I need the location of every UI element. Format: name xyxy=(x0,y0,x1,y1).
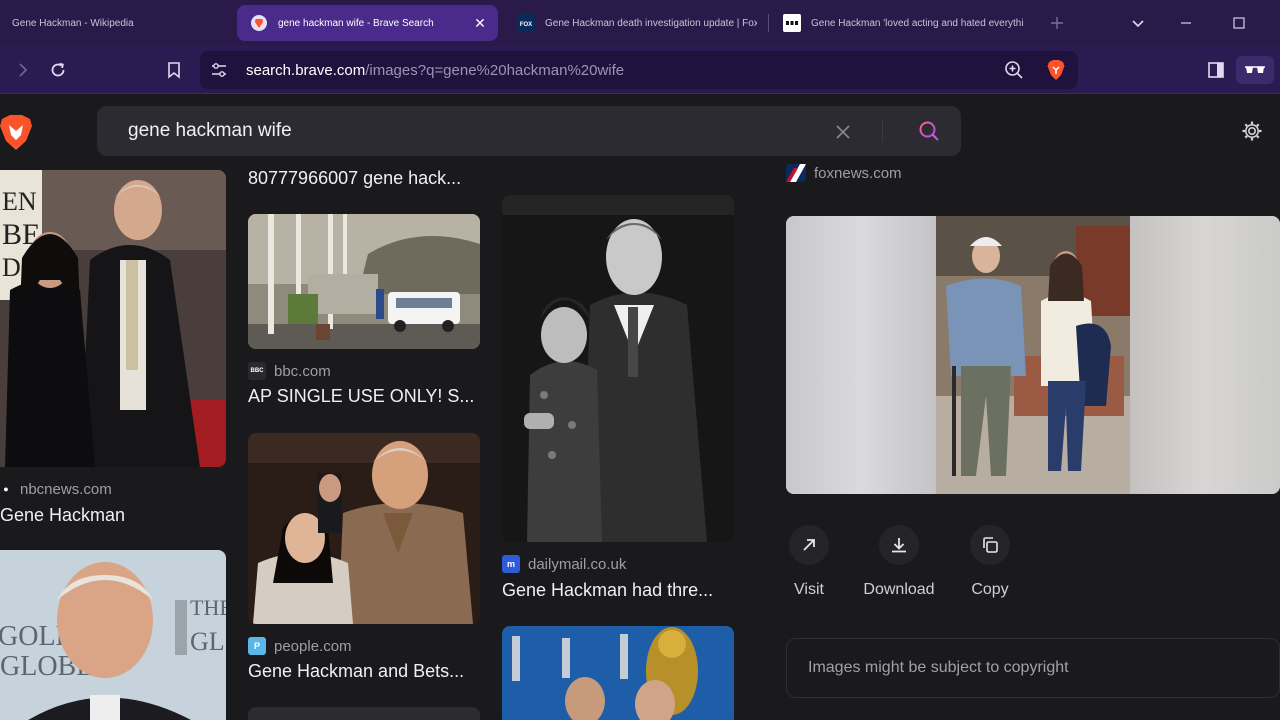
people-favicon-icon: P xyxy=(248,637,266,655)
reload-icon[interactable] xyxy=(44,56,72,84)
preview-source[interactable]: foxnews.com xyxy=(786,164,902,182)
copy-button[interactable]: Copy xyxy=(945,525,1035,599)
result-title[interactable]: Gene Hackman xyxy=(0,505,226,526)
brave-logo-icon[interactable] xyxy=(0,113,32,150)
result-source[interactable]: ● nbcnews.com xyxy=(0,480,112,498)
tab-gene-hackman-article[interactable]: Gene Hackman 'loved acting and hated eve… xyxy=(783,5,1023,41)
result-image-golden-globes[interactable]: GOLDE GLOBE THE GL xyxy=(0,550,226,720)
preview-image[interactable] xyxy=(786,216,1280,494)
source-domain: bbc.com xyxy=(274,362,331,380)
fox-news-favicon-icon: FOX xyxy=(517,14,535,32)
foxnews-favicon-icon xyxy=(786,164,806,182)
visit-button[interactable]: Visit xyxy=(764,525,854,599)
search-input[interactable]: gene hackman wife xyxy=(128,120,292,142)
result-image-partial[interactable] xyxy=(248,707,480,720)
brave-shields-icon[interactable] xyxy=(1046,59,1066,86)
result-source[interactable]: BBC bbc.com xyxy=(248,362,331,380)
zoom-icon[interactable] xyxy=(1004,60,1024,85)
forward-icon[interactable] xyxy=(9,56,37,84)
search-submit-icon[interactable] xyxy=(917,119,941,143)
tab-wikipedia[interactable]: Gene Hackman - Wikipedia xyxy=(0,5,232,41)
tab-strip: Gene Hackman - Wikipedia gene hackman wi… xyxy=(0,0,1280,46)
url-text: search.brave.com/images?q=gene%20hackman… xyxy=(246,62,624,79)
bookmark-icon[interactable] xyxy=(160,56,188,84)
svg-text:THE: THE xyxy=(190,595,226,620)
search-results-page: gene hackman wife EN BE DS ● nbcnews.com… xyxy=(0,95,1280,720)
maximize-window-icon[interactable] xyxy=(1224,8,1254,38)
svg-text:GL: GL xyxy=(190,627,225,656)
browser-toolbar: search.brave.com/images?q=gene%20hackman… xyxy=(0,46,1280,94)
dailymail-favicon-icon: m xyxy=(502,555,520,573)
result-image-dailymail[interactable] xyxy=(502,195,734,542)
private-window-glasses-icon[interactable] xyxy=(1236,56,1274,84)
search-box[interactable]: gene hackman wife xyxy=(97,106,961,156)
clear-search-icon[interactable] xyxy=(832,121,854,143)
close-tab-icon[interactable]: ✕ xyxy=(472,15,488,31)
visit-label: Visit xyxy=(794,581,824,598)
result-image-people[interactable] xyxy=(248,433,480,624)
site-settings-icon[interactable] xyxy=(210,61,228,84)
search-divider xyxy=(882,120,883,142)
site-favicon-icon xyxy=(783,14,801,32)
bbc-favicon-icon: BBC xyxy=(248,362,266,380)
tab-fox-news[interactable]: FOX Gene Hackman death investigation upd… xyxy=(517,5,757,41)
address-bar[interactable]: search.brave.com/images?q=gene%20hackman… xyxy=(200,51,1078,89)
svg-text:EN: EN xyxy=(2,187,37,216)
brave-favicon-icon xyxy=(250,14,268,32)
copy-label: Copy xyxy=(971,581,1009,598)
result-image-nbcnews[interactable]: EN BE DS xyxy=(0,170,226,467)
tab-separator xyxy=(768,14,769,32)
download-label: Download xyxy=(863,581,935,598)
url-path: /images?q=gene%20hackman%20wife xyxy=(365,62,625,79)
copy-icon xyxy=(970,525,1010,565)
new-tab-icon[interactable] xyxy=(1042,8,1072,38)
result-image-bbc[interactable] xyxy=(248,214,480,349)
download-button[interactable]: Download xyxy=(854,525,944,599)
minimize-window-icon[interactable] xyxy=(1171,8,1201,38)
tab-list-chevron-down-icon[interactable] xyxy=(1123,8,1153,38)
tab-title: gene hackman wife - Brave Search xyxy=(278,17,434,29)
result-image-oscars[interactable] xyxy=(502,626,734,720)
source-domain: nbcnews.com xyxy=(20,480,112,498)
external-link-arrow-icon xyxy=(789,525,829,565)
result-title[interactable]: Gene Hackman had thre... xyxy=(502,580,734,601)
download-icon xyxy=(879,525,919,565)
nbcnews-favicon-icon: ● xyxy=(0,480,12,498)
result-title[interactable]: 80777966007 gene hack... xyxy=(248,168,480,189)
svg-text:FOX: FOX xyxy=(520,22,532,28)
source-domain: foxnews.com xyxy=(814,164,902,182)
result-source[interactable]: m dailymail.co.uk xyxy=(502,555,626,573)
copyright-notice: Images might be subject to copyright xyxy=(786,638,1280,698)
tab-title: Gene Hackman 'loved acting and hated eve… xyxy=(811,17,1023,29)
source-domain: people.com xyxy=(274,637,352,655)
tab-brave-search[interactable]: gene hackman wife - Brave Search ✕ xyxy=(237,5,498,41)
settings-gear-icon[interactable] xyxy=(1240,119,1264,143)
tab-title: Gene Hackman death investigation update … xyxy=(545,17,757,29)
url-host: search.brave.com xyxy=(246,62,366,79)
tab-title: Gene Hackman - Wikipedia xyxy=(12,17,134,29)
result-title[interactable]: AP SINGLE USE ONLY! S... xyxy=(248,386,480,407)
sidebar-toggle-icon[interactable] xyxy=(1202,56,1230,84)
result-title[interactable]: Gene Hackman and Bets... xyxy=(248,661,480,682)
copyright-text: Images might be subject to copyright xyxy=(808,659,1069,676)
source-domain: dailymail.co.uk xyxy=(528,555,627,573)
result-source[interactable]: P people.com xyxy=(248,637,352,655)
